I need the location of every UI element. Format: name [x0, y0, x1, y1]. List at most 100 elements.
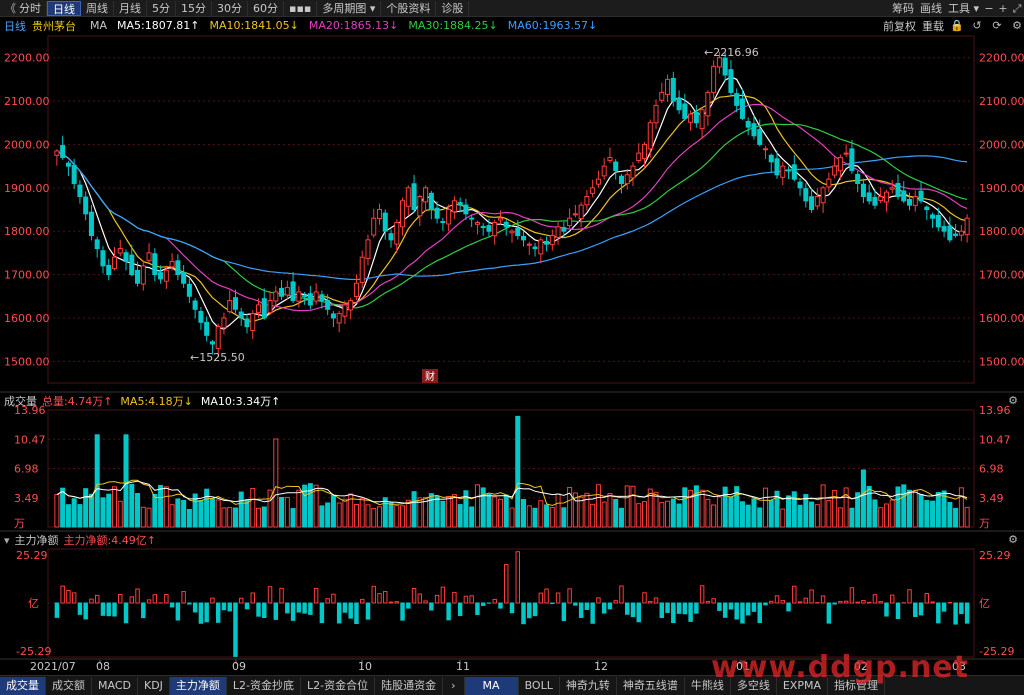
flow-bar	[302, 602, 307, 614]
volume-bar	[227, 507, 233, 528]
volume-bar	[394, 505, 400, 528]
indicator-tab-7[interactable]: 陆股通资金	[375, 676, 444, 695]
candle-body	[284, 287, 290, 296]
flow-bar	[596, 597, 601, 604]
volume-bar	[901, 484, 907, 528]
candle-body	[106, 264, 112, 276]
candle-body	[348, 300, 354, 311]
indicator-tab-4[interactable]: 主力净额	[169, 676, 227, 695]
candle-body	[221, 317, 227, 329]
next-tabs-arrow[interactable]: ›	[443, 676, 465, 695]
indicator-tab-3[interactable]: KDJ	[138, 676, 170, 695]
volume-bar	[584, 492, 590, 528]
flow-bar	[336, 602, 342, 624]
flow-settings-icon[interactable]: ⚙	[1006, 532, 1020, 547]
candle-body	[739, 98, 745, 119]
candle-body	[451, 200, 457, 213]
indicator-tab-1[interactable]: 成交额	[46, 676, 92, 695]
flow-bar	[820, 595, 826, 604]
volume-bar	[814, 504, 820, 528]
flow-bar	[100, 602, 106, 616]
volume-settings-icon[interactable]: ⚙	[1006, 393, 1020, 408]
flow-bar	[532, 602, 538, 617]
flow-bar	[457, 602, 463, 617]
candle-body	[186, 283, 192, 297]
flow-bar	[964, 602, 970, 624]
candle-body	[140, 265, 146, 285]
axis-labels: 2200.00 2200.00 2100.00 2100.00 2000.00 2000.…	[4, 46, 1024, 673]
vol-tick-left-4: 万	[14, 517, 25, 530]
candle-body	[353, 282, 359, 298]
volume-bar	[526, 505, 532, 528]
candle-body	[883, 191, 889, 203]
volume-bars	[54, 415, 970, 528]
candle-body	[780, 165, 786, 178]
indicator-tab-2[interactable]: MACD	[92, 676, 138, 695]
flow-bar	[54, 602, 60, 618]
vol-tick-left-2: 6.98	[14, 463, 39, 476]
volume-title[interactable]: 成交量	[4, 393, 37, 409]
flow-bar	[624, 602, 630, 615]
indicator-tab-0[interactable]: 成交量	[0, 676, 46, 695]
flow-bar	[521, 602, 526, 625]
volume-bar	[947, 501, 953, 528]
candle-body	[440, 221, 446, 224]
candle-body	[814, 195, 820, 207]
flow-bar	[77, 602, 83, 615]
flow-bar	[504, 564, 509, 604]
overlay-tab-1[interactable]: BOLL	[519, 676, 560, 695]
flow-bar	[452, 592, 457, 604]
volume-bar	[751, 498, 757, 528]
candle-body	[83, 196, 89, 215]
flow-tick-right-1: 亿	[979, 597, 990, 610]
volume-bar	[290, 508, 296, 528]
candle-body	[751, 123, 757, 137]
volume-bar	[797, 504, 803, 528]
candle-body	[711, 65, 717, 93]
flow-bar	[394, 601, 400, 604]
indicator-tab-6[interactable]: L2-资金合位	[301, 676, 376, 695]
candle-body	[820, 187, 826, 204]
candle-body	[878, 195, 884, 201]
indicator-tab-5[interactable]: L2-资金抄底	[227, 676, 302, 695]
ma10-line	[56, 94, 968, 323]
candle-body	[653, 104, 659, 124]
candle-body	[590, 187, 596, 194]
volume-bar	[832, 489, 838, 528]
candle-body	[647, 122, 653, 150]
flow-bar	[192, 602, 198, 613]
overlay-tab-3[interactable]: 神奇五线谱	[617, 676, 685, 695]
overlay-tab-2[interactable]: 神奇九转	[560, 676, 617, 695]
flow-bar	[498, 602, 503, 609]
volume-bar	[376, 506, 383, 528]
flow-bar	[475, 602, 480, 615]
candle-body	[578, 204, 584, 220]
candle-body	[947, 225, 953, 241]
candle-body	[745, 120, 751, 128]
flow-title[interactable]: 主力净额	[15, 532, 59, 548]
stock-chart[interactable]: 2200.00 2200.00 2100.00 2100.00 2000.00 2000.…	[0, 0, 1024, 675]
flow-bar	[642, 592, 647, 604]
flow-bar	[492, 598, 497, 604]
candle-body	[371, 217, 377, 236]
flow-tick-right-0: 25.29	[979, 549, 1011, 562]
flow-bar	[538, 592, 544, 604]
volume-bar	[561, 507, 567, 528]
flow-bar	[757, 602, 762, 624]
volume-bar	[630, 485, 636, 528]
flow-collapse-icon[interactable]: ▾	[4, 534, 10, 547]
candle-body	[935, 214, 941, 228]
flow-bar	[734, 602, 739, 620]
price-tick-right-2: 2000.00	[979, 138, 1024, 151]
flow-bar	[331, 593, 336, 604]
volume-bar	[204, 488, 210, 528]
candle-body	[463, 204, 469, 215]
candle-body	[665, 78, 671, 95]
flow-bar	[204, 602, 209, 623]
volume-bar	[123, 434, 129, 528]
overlay-tab-0[interactable]: MA	[464, 676, 519, 695]
flow-bar	[400, 602, 405, 621]
candle-body	[446, 209, 452, 225]
candle-body	[273, 291, 279, 302]
candle-body	[480, 226, 486, 229]
